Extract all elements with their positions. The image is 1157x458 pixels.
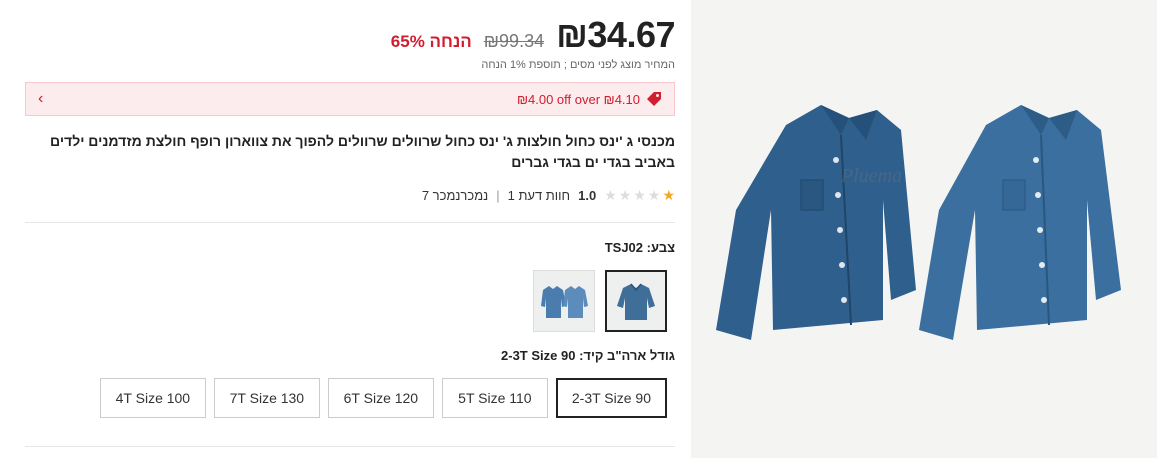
size-option-100[interactable]: 4T Size 100 [99,378,206,418]
rating-row: 7 נמכרנמכר | 1 חוות דעת 1.0 ★ ★ ★ ★ ★ [422,187,675,204]
chevron-left-icon: ‹ [38,90,44,107]
promo-text: ₪4.00 off over ₪4.10 [516,91,640,107]
star-icon: ★ [604,187,617,203]
color-swatches [533,270,667,332]
size-options: 2-3T Size 90 5T Size 110 6T Size 120 7T … [99,378,667,418]
tag-icon [647,92,661,106]
sold-count: 7 נמכרנמכר [421,188,489,203]
swatch-thumbnail [617,283,655,320]
tax-note: המחיר מוצג לפני מסים ; תוספת 1% הנחה [481,59,675,71]
original-price: ₪99.34 [483,31,545,51]
current-price: ₪34.67 [556,14,675,55]
product-title: מכנסי ג 'ינס כחול חולצות ג' ינס כחול שרו… [50,133,675,170]
review-count[interactable]: 1 חוות דעת [508,188,571,203]
divider [25,222,675,223]
discount-label: 65% הנחה [390,32,472,51]
size-label: גודל ארה"ב קיד: 2-3T Size 90 [501,348,675,363]
promo-content: ₪4.00 off over ₪4.10 [517,91,662,107]
price-row: 65% הנחה ₪99.34 ₪34.67 [390,14,676,56]
star-rating: ★ ★ ★ ★ ★ [604,187,675,204]
swatch-thumbnail [541,286,588,318]
promo-coupon-bar[interactable]: ‹ ₪4.00 off over ₪4.10 [25,82,675,116]
star-icon-filled: ★ [662,187,675,203]
color-label: צבע: TSJ02 [604,240,675,255]
separator: | [496,188,500,203]
size-option-110[interactable]: 5T Size 110 [441,378,548,418]
rating-value: 1.0 [578,188,597,203]
color-swatch-tsj01[interactable] [533,270,595,332]
watermark-text: Pluema [841,165,903,187]
size-option-130[interactable]: 7T Size 130 [213,378,320,418]
product-info-panel: 65% הנחה ₪99.34 ₪34.67 המחיר מוצג לפני מ… [25,0,675,458]
size-option-90[interactable]: 2-3T Size 90 [555,378,667,418]
product-image[interactable]: Pluema [691,0,1157,458]
star-icon: ★ [647,187,661,203]
jackets-photo [716,105,1121,340]
star-icon: ★ [633,187,646,203]
divider [25,446,675,447]
size-option-120[interactable]: 6T Size 120 [327,378,434,418]
color-swatch-tsj02[interactable] [605,270,667,332]
star-icon: ★ [618,187,632,203]
